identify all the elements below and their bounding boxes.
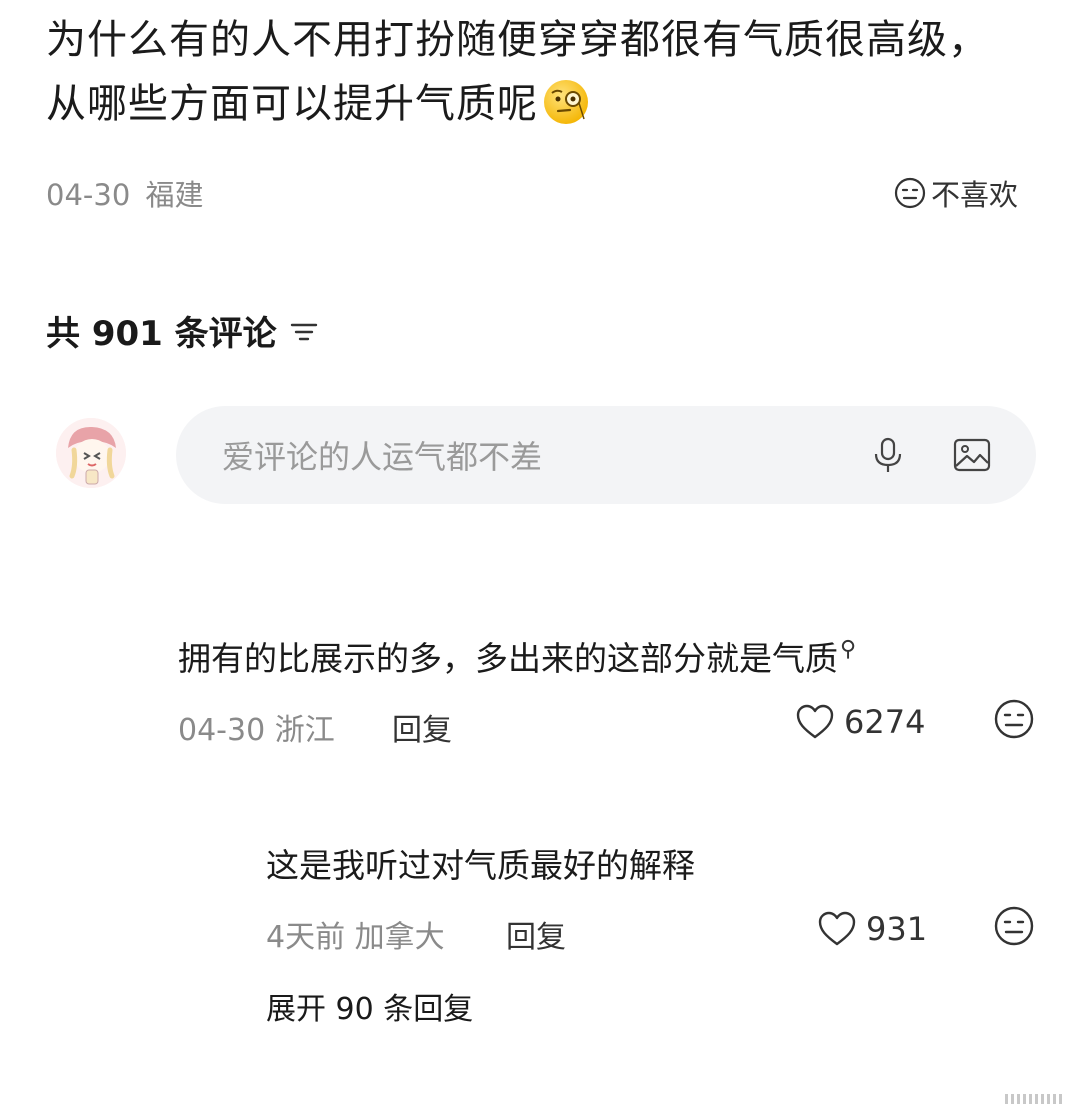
reply-meta-row: 4天前 加拿大 回复 931 (266, 902, 1046, 962)
comment-item: 拥有的比展示的多，多出来的这部分就是气质⚲ 04-30 浙江 回复 6274 (178, 622, 1038, 755)
monocle-face-emoji-icon (544, 80, 588, 124)
comment-input-placeholder: 爱评论的人运气都不差 (222, 438, 543, 476)
post-location: 福建 (145, 178, 204, 212)
image-icon[interactable] (952, 435, 992, 475)
like-count: 6274 (844, 703, 926, 741)
dislike-icon[interactable] (992, 697, 1036, 741)
reply-text: 这是我听过对气质最好的解释 (266, 846, 695, 885)
comment-time-location: 04-30 浙江 (178, 713, 335, 748)
microphone-icon[interactable] (868, 435, 908, 475)
comment-text: 拥有的比展示的多，多出来的这部分就是气质⚲ (178, 637, 857, 678)
sort-filter-icon[interactable] (289, 316, 319, 346)
comment-meta-row: 04-30 浙江 回复 6274 (178, 695, 1038, 755)
search-icon[interactable]: ⚲ (840, 637, 856, 662)
reply-item: 这是我听过对气质最好的解释 4天前 加拿大 回复 931 (266, 838, 1046, 962)
dislike-button[interactable]: 不喜欢 (893, 172, 1018, 214)
post-title-text: 为什么有的人不用打扮随便穿穿都很有气质很高级，从哪些方面可以提升气质呢 (46, 17, 989, 127)
like-count: 931 (866, 910, 928, 948)
neutral-face-icon (894, 177, 926, 209)
comment-count-header: 共 901 条评论 (46, 306, 319, 355)
post-date: 04-30 (46, 178, 131, 212)
avatar-image-icon (56, 418, 126, 488)
dislike-icon[interactable] (992, 904, 1036, 948)
expand-replies-link[interactable]: 展开 90 条回复 (266, 984, 473, 1028)
reply-button[interactable]: 回复 (392, 705, 452, 749)
comment-count-label: 共 901 条评论 (46, 314, 277, 354)
post-meta: 04-30 福建 (46, 172, 204, 214)
like-button[interactable]: 6274 (794, 701, 925, 743)
reply-button[interactable]: 回复 (506, 912, 566, 956)
watermark-bars (1005, 1094, 1062, 1104)
avatar[interactable] (56, 418, 126, 488)
reply-time-location: 4天前 加拿大 (266, 920, 445, 955)
heart-icon (818, 911, 856, 946)
like-button[interactable]: 931 (816, 908, 927, 950)
comment-input[interactable]: 爱评论的人运气都不差 (176, 406, 1036, 504)
heart-icon (796, 704, 834, 739)
dislike-label: 不喜欢 (930, 178, 1018, 212)
post-title: 为什么有的人不用打扮随便穿穿都很有气质很高级，从哪些方面可以提升气质呢 (46, 8, 1006, 136)
